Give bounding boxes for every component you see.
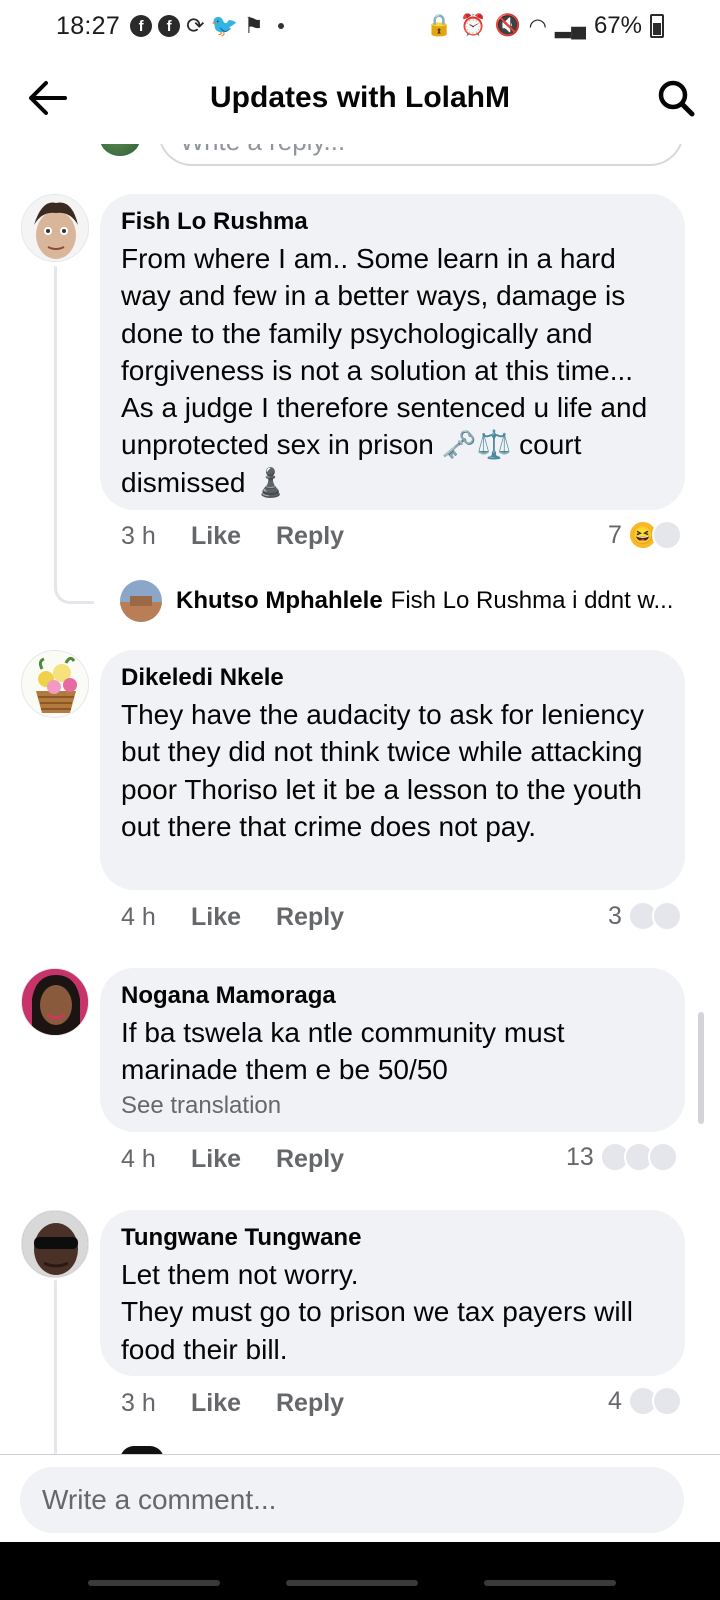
facebook-icon: f [130,15,153,37]
comment-input[interactable] [20,1467,684,1533]
avatar-image [22,1211,88,1277]
reaction-icon [647,1142,678,1172]
back-arrow-icon [29,81,67,115]
comment-text: If ba tswela ka ntle community must mari… [121,1017,565,1086]
avatar-image [22,651,88,717]
avatar-image [22,195,88,261]
comment-time[interactable]: 4 h [121,903,191,932]
comment-time[interactable]: 4 h [121,1145,191,1174]
home-button[interactable] [286,1580,418,1586]
status-left-icons: f f ⟳ 🐦 ⚑ [130,13,284,39]
reply-button[interactable]: Reply [276,1389,344,1418]
reply-button[interactable]: Reply [276,903,344,932]
sync-icon: ⟳ [186,13,205,38]
screen: 18:27 f f ⟳ 🐦 ⚑ 🔒 ⏰ 🔇 ◠ ▂▄ 67% Write a r… [0,0,720,1600]
comment-actions: 3 h Like Reply [121,522,344,551]
recent-apps-button[interactable] [88,1580,220,1586]
comment-text: They have the audacity to ask for lenien… [121,699,644,842]
comment-actions: 4 h Like Reply [121,903,344,932]
comment-bubble[interactable]: Fish Lo Rushma From where I am.. Some le… [100,194,685,510]
alarm-icon: ⏰ [460,14,487,37]
battery-icon [650,14,664,38]
status-right-icons: 🔒 ⏰ 🔇 ◠ ▂▄ 67% [426,12,664,40]
comment-author[interactable]: Nogana Mamoraga [121,980,665,1012]
see-translation-link[interactable]: See translation [121,1089,665,1123]
back-nav-button[interactable] [484,1580,616,1586]
comment-author[interactable]: Fish Lo Rushma [121,206,665,238]
reply-text: Fish Lo Rushma i ddnt w... [390,587,674,614]
comment-composer [0,1454,720,1542]
comment-text: Let them not worry. They must go to pris… [121,1259,633,1365]
comment-text: From where I am.. Some learn in a hard w… [121,243,648,498]
reply-button[interactable]: Reply [276,1145,344,1174]
status-time: 18:27 [56,11,121,40]
like-button[interactable]: Like [191,903,276,932]
reaction-count: 13 [566,1142,594,1171]
twitter-icon: 🐦 [210,13,238,38]
mute-icon: 🔇 [494,14,521,37]
like-button[interactable]: Like [191,1389,276,1418]
search-icon [658,80,695,117]
signal-icon: ▂▄ [554,14,586,38]
status-bar: 18:27 f f ⟳ 🐦 ⚑ 🔒 ⏰ 🔇 ◠ ▂▄ 67% [0,0,720,52]
comment-time[interactable]: 3 h [121,1389,191,1418]
comment-author[interactable]: Tungwane Tungwane [121,1222,665,1254]
avatar[interactable] [21,650,89,718]
facebook-icon: f [158,15,181,37]
search-button[interactable] [652,74,700,122]
comment-bubble[interactable]: Dikeledi Nkele They have the audacity to… [100,650,685,890]
like-button[interactable]: Like [191,522,276,551]
comment-actions: 4 h Like Reply [121,1145,344,1174]
reactions-summary[interactable]: 3 [608,901,682,931]
reactions-summary[interactable]: 13 [566,1142,678,1172]
comment-bubble[interactable]: Nogana Mamoraga If ba tswela ka ntle com… [100,968,685,1132]
back-button[interactable] [24,74,72,122]
reaction-icon [651,901,682,931]
like-button[interactable]: Like [191,1145,276,1174]
thread-connector [54,560,94,604]
system-navigation-bar [0,1542,720,1600]
reply-preview[interactable]: Khutso Mphahlele Fish Lo Rushma i ddnt w… [120,580,673,622]
more-notifications-dot [277,23,284,29]
avatar[interactable] [21,1210,89,1278]
app-header: Updates with LolahM [0,52,720,144]
notification-icon: ⚑ [243,13,264,38]
thread-line [54,1280,57,1454]
reaction-icon [651,1386,682,1416]
reply-author[interactable]: Khutso Mphahlele [176,587,383,615]
comment-actions: 3 h Like Reply [121,1389,344,1418]
page-title: Updates with LolahM [210,81,510,114]
comment-time[interactable]: 3 h [121,522,191,551]
avatar-image [22,969,88,1035]
reactions-summary[interactable]: 4 [608,1386,682,1416]
comment-bubble[interactable]: Tungwane Tungwane Let them not worry. Th… [100,1210,685,1376]
avatar[interactable] [21,194,89,262]
reaction-count: 4 [608,1386,622,1415]
reaction-count: 7 [608,520,622,549]
reaction-icon [651,520,682,550]
lock-icon: 🔒 [426,14,453,37]
reaction-count: 3 [608,901,622,930]
reactions-summary[interactable]: 7 😆 [608,520,682,550]
scrollbar[interactable] [698,1012,704,1124]
thread-line [54,266,57,562]
reply-button[interactable]: Reply [276,522,344,551]
avatar [120,580,162,622]
wifi-icon: ◠ [528,14,547,38]
comment-author[interactable]: Dikeledi Nkele [121,662,665,694]
avatar[interactable] [21,968,89,1036]
battery-percent: 67% [593,12,642,39]
